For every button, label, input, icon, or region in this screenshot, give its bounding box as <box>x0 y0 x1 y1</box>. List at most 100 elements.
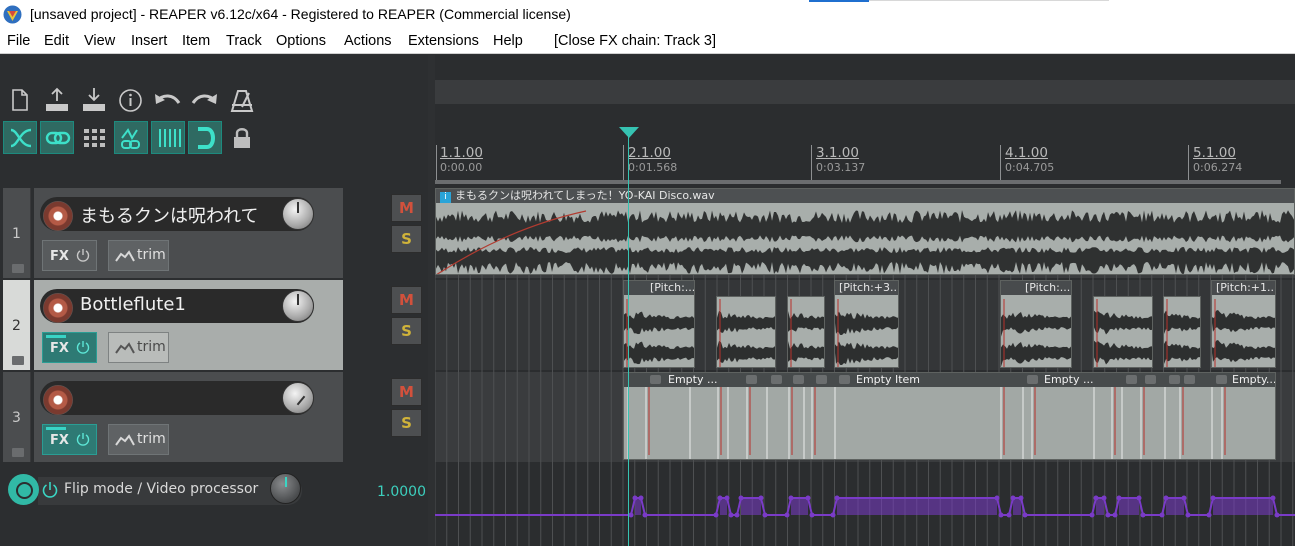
media-item-track-2[interactable]: [Pitch:... <box>1000 280 1072 368</box>
record-arm-button[interactable] <box>43 201 73 231</box>
media-item-track-1[interactable]: i まもるクンは呪われてしまった！YO-KAI Disco.wav <box>435 188 1295 275</box>
track-name: Bottleflute1 <box>80 294 186 315</box>
ruler-header[interactable] <box>435 80 1295 104</box>
folder-icon[interactable] <box>12 264 24 273</box>
undo-icon[interactable] <box>153 91 181 111</box>
fx-bypass-button[interactable] <box>8 474 39 505</box>
solo-button-track-3[interactable]: S <box>391 409 422 437</box>
media-item-track-2[interactable] <box>787 296 825 368</box>
mute-button-track-3[interactable]: M <box>391 378 422 406</box>
menu-file[interactable]: File <box>7 33 30 49</box>
menu-view[interactable]: View <box>84 33 115 49</box>
bar-marker <box>1000 145 1001 181</box>
menu-item[interactable]: Item <box>182 33 210 49</box>
power-icon[interactable] <box>42 481 58 499</box>
automation-envelope[interactable] <box>435 478 1295 538</box>
new-project-icon[interactable] <box>10 88 30 112</box>
bar-label[interactable]: 1.1.00 <box>440 145 483 161</box>
mute-button-track-1[interactable]: M <box>391 194 422 222</box>
trim-button[interactable]: trim <box>108 424 169 455</box>
fx-label: FX <box>50 433 69 448</box>
fx-label: FX <box>50 249 69 264</box>
media-item-track-2[interactable]: [Pitch:+3.... <box>834 280 899 368</box>
parameter-knob[interactable] <box>270 473 301 504</box>
grid-icon <box>84 129 105 147</box>
track-2[interactable]: 2 Bottleflute1 FX trim <box>0 280 343 370</box>
folder-icon[interactable] <box>12 448 24 457</box>
media-item-track-2[interactable]: [Pitch:... <box>623 280 695 368</box>
load-download-icon[interactable] <box>81 86 107 114</box>
bar-time: 0:01.568 <box>628 161 678 174</box>
menu-insert[interactable]: Insert <box>131 33 167 49</box>
media-item-track-2[interactable] <box>1163 296 1201 368</box>
track-3[interactable]: 3 FX trim <box>0 372 343 462</box>
lock-icon[interactable] <box>232 127 252 149</box>
trim-button[interactable]: trim <box>108 240 169 271</box>
solo-button-track-1[interactable]: S <box>391 225 422 253</box>
power-icon[interactable] <box>76 432 90 446</box>
menu-actions[interactable]: Actions <box>344 33 392 49</box>
redo-icon[interactable] <box>191 91 219 111</box>
snap-toggle[interactable] <box>188 121 222 154</box>
time-selection-strip[interactable] <box>435 180 1281 184</box>
play-cursor-head-icon[interactable] <box>619 127 639 139</box>
volume-knob[interactable] <box>282 290 314 322</box>
bar-label[interactable]: 4.1.00 <box>1005 145 1048 161</box>
track-number-panel[interactable]: 2 <box>3 280 31 370</box>
info-icon[interactable] <box>118 88 143 113</box>
track-name-field[interactable] <box>40 381 314 415</box>
metronome-icon[interactable] <box>228 87 256 113</box>
solo-button-track-2[interactable]: S <box>391 317 422 345</box>
bar-label[interactable]: 3.1.00 <box>816 145 859 161</box>
media-item-track-2[interactable] <box>1093 296 1153 368</box>
menu-help[interactable]: Help <box>493 33 523 49</box>
menu-extensions[interactable]: Extensions <box>408 33 479 49</box>
trim-button[interactable]: trim <box>108 332 169 363</box>
power-icon[interactable] <box>76 248 90 262</box>
empty-items-track-3[interactable]: Empty ... Empty Item Empty ... Empty... <box>623 372 1276 460</box>
bar-time: 0:04.705 <box>1005 161 1055 174</box>
track-controls: FX trim <box>34 372 343 462</box>
track-number-panel[interactable]: 3 <box>3 372 31 462</box>
menu-action-hint[interactable]: [Close FX chain: Track 3] <box>554 33 716 49</box>
link-toggle[interactable] <box>40 121 74 154</box>
power-icon[interactable] <box>76 340 90 354</box>
play-cursor[interactable] <box>628 137 629 546</box>
item-title: [Pitch:+1... <box>1216 281 1276 294</box>
menu-options[interactable]: Options <box>276 33 326 49</box>
ripple-edit-toggle[interactable] <box>3 121 37 154</box>
menu-edit[interactable]: Edit <box>44 33 69 49</box>
media-item-track-2[interactable] <box>716 296 776 368</box>
link-icon <box>45 131 71 145</box>
track-controls: Bottleflute1 FX trim <box>34 280 343 370</box>
fx-button[interactable]: FX <box>42 240 97 271</box>
fx-button[interactable]: FX <box>42 424 97 455</box>
record-arm-button[interactable] <box>43 293 73 323</box>
envelope-link-toggle[interactable] <box>114 121 148 154</box>
volume-knob[interactable] <box>282 198 314 230</box>
item-title: [Pitch:... <box>650 281 695 294</box>
media-item-track-2[interactable]: [Pitch:+1... <box>1211 280 1276 368</box>
item-title: Empty... <box>1232 373 1276 386</box>
envelope-icon <box>115 250 135 262</box>
grid-toggle[interactable] <box>77 121 111 154</box>
track-number: 1 <box>12 226 21 242</box>
track-1[interactable]: 1 まもるクンは呪われて FX trim <box>0 188 343 278</box>
menu-bar: File Edit View Insert Item Track Options… <box>0 30 1295 54</box>
item-info-icon: i <box>440 192 451 203</box>
track-number-panel[interactable]: 1 <box>3 188 31 278</box>
record-arm-button[interactable] <box>43 385 73 415</box>
fx-button[interactable]: FX <box>42 332 97 363</box>
waveform <box>1094 299 1152 367</box>
bar-label[interactable]: 5.1.00 <box>1193 145 1236 161</box>
volume-knob[interactable] <box>282 382 314 414</box>
folder-icon[interactable] <box>12 356 24 365</box>
ripple-edit-icon <box>10 128 32 148</box>
mute-button-track-2[interactable]: M <box>391 286 422 314</box>
title-bar: [unsaved project] - REAPER v6.12c/x64 - … <box>0 0 1295 30</box>
menu-track[interactable]: Track <box>226 33 262 49</box>
window-title: [unsaved project] - REAPER v6.12c/x64 - … <box>30 6 571 22</box>
save-upload-icon[interactable] <box>44 86 70 114</box>
grid-lines-toggle[interactable] <box>151 121 185 154</box>
bar-label[interactable]: 2.1.00 <box>628 145 671 161</box>
